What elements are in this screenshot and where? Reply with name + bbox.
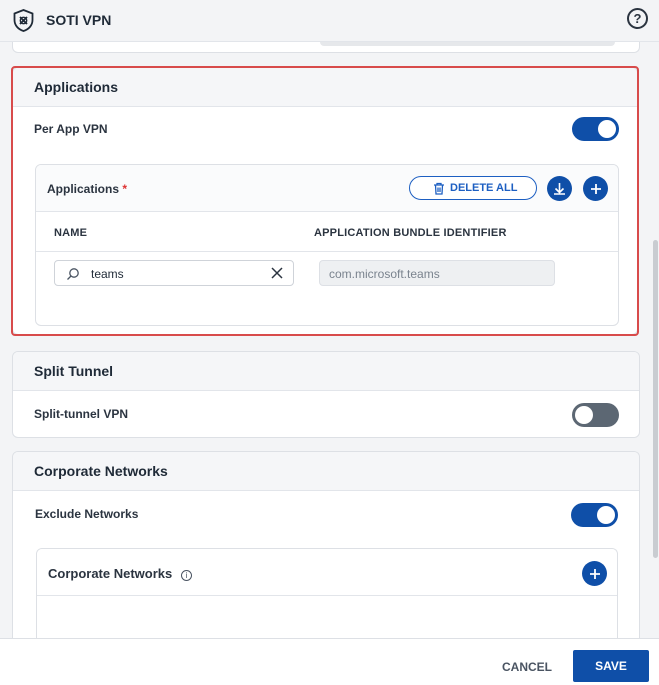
required-marker: * (122, 182, 128, 196)
plus-icon (589, 568, 600, 579)
corporate-networks-card: Corporate Networks Exclude Networks Corp… (12, 451, 640, 651)
help-icon[interactable]: ? (627, 8, 648, 29)
corporate-networks-card-title: Corporate Networks (13, 452, 639, 491)
bundle-id-field: com.microsoft.teams (319, 260, 555, 286)
add-network-button[interactable] (582, 561, 607, 586)
split-tunnel-label: Split-tunnel VPN (34, 407, 128, 421)
save-button[interactable]: SAVE (573, 650, 649, 682)
delete-all-button[interactable]: DELETE ALL (409, 176, 537, 200)
app-name-value: teams (91, 267, 124, 281)
column-header-bundle-id: APPLICATION BUNDLE IDENTIFIER (314, 227, 507, 239)
toggle-knob (575, 406, 593, 424)
footer-bar: CANCEL SAVE (0, 638, 659, 685)
toggle-knob (598, 120, 616, 138)
add-application-button[interactable] (583, 176, 608, 201)
exclude-networks-label: Exclude Networks (35, 507, 139, 521)
delete-all-label: DELETE ALL (450, 182, 518, 194)
info-icon[interactable]: i (181, 570, 192, 581)
top-bar: SOTI VPN ? (0, 0, 659, 42)
trash-icon (434, 182, 444, 195)
cancel-button[interactable]: CANCEL (502, 660, 552, 674)
applications-subpanel-title: Applications * (47, 182, 128, 196)
split-tunnel-card: Split Tunnel Split-tunnel VPN (12, 351, 640, 438)
split-tunnel-card-title: Split Tunnel (13, 352, 639, 391)
clear-icon[interactable] (271, 267, 283, 279)
plus-icon (590, 183, 601, 194)
applications-subpanel: Applications * DELETE ALL NAME APPLICATI… (35, 164, 619, 326)
app-title: SOTI VPN (46, 12, 112, 28)
previous-card-field-edge (320, 42, 615, 46)
applications-card-title: Applications (13, 68, 637, 107)
applications-card: Applications Per App VPN Applications * … (12, 67, 638, 335)
applications-subpanel-header: Applications * DELETE ALL (36, 165, 618, 212)
app-name-search-input[interactable]: teams (54, 260, 294, 286)
per-app-vpn-label: Per App VPN (34, 122, 108, 136)
download-arrow-icon (554, 183, 565, 195)
column-header-name: NAME (54, 227, 88, 239)
bundle-id-value: com.microsoft.teams (329, 267, 440, 281)
scrollbar-thumb[interactable] (653, 240, 658, 558)
search-icon (67, 268, 79, 280)
exclude-networks-toggle[interactable] (571, 503, 618, 527)
corporate-networks-subpanel: Corporate Networks i (36, 548, 618, 651)
toggle-knob (597, 506, 615, 524)
import-button[interactable] (547, 176, 572, 201)
table-header-divider (36, 251, 618, 252)
per-app-vpn-toggle[interactable] (572, 117, 619, 141)
corporate-networks-subpanel-header: Corporate Networks i (37, 549, 617, 596)
split-tunnel-toggle[interactable] (572, 403, 619, 427)
corporate-networks-subpanel-title: Corporate Networks (48, 566, 173, 581)
soti-shield-logo-icon (13, 9, 34, 32)
